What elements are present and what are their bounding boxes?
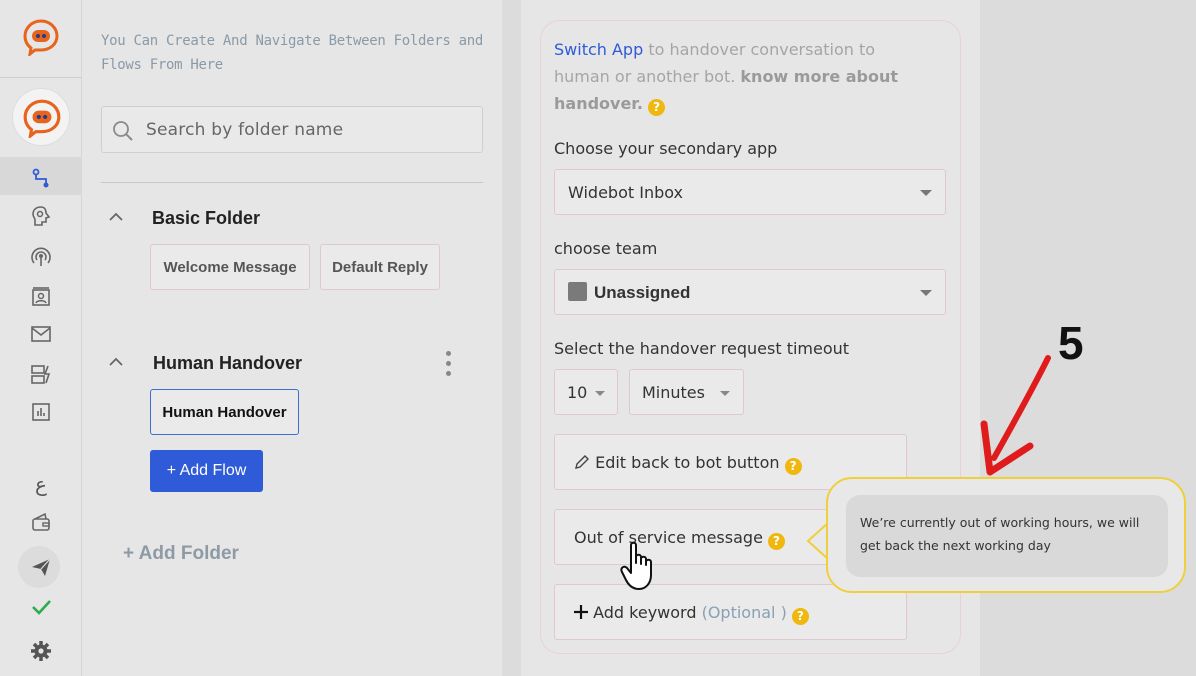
folders-panel: You Can Create And Navigate Between Fold… [82,0,502,676]
folders-divider [101,182,483,183]
caret-down-icon [720,391,730,396]
secondary-app-select[interactable]: Widebot Inbox [554,169,946,215]
integrations-icon[interactable] [29,362,53,386]
settings-icon[interactable] [29,639,53,663]
flows-icon[interactable] [29,166,53,190]
bot-avatar[interactable] [12,88,70,146]
folder-name-human-handover[interactable]: Human Handover [153,353,302,374]
folder-search-input[interactable]: Search by folder name [146,120,343,140]
rail-divider [0,77,82,78]
broadcast-icon[interactable] [29,245,53,269]
timeout-amount-value: 10 [567,383,588,402]
flow-chip-default-reply[interactable]: Default Reply [320,244,440,290]
step-number: 5 [1058,317,1084,369]
secondary-app-label: Choose your secondary app [554,139,778,158]
tooltip-bubble: We’re currently out of working hours, we… [846,495,1168,577]
language-glyph: ع [35,472,47,496]
edit-back-to-bot-text: Edit back to bot button ? [574,453,802,475]
help-icon[interactable]: ? [648,99,666,116]
bot-avatar-logo-icon [23,99,61,138]
plus-icon [574,605,588,619]
mail-icon[interactable] [29,322,53,346]
out-of-service-text: Out of service message ? [574,528,785,550]
handover-intro: Switch App to handover conversation to h… [554,36,924,117]
edit-back-to-bot-label: Edit back to bot button [595,453,780,472]
timeout-unit-select[interactable]: Minutes [629,369,744,415]
hand-cursor-icon [620,541,652,590]
secondary-app-value: Widebot Inbox [568,183,683,202]
caret-down-icon [920,190,932,196]
contacts-icon[interactable] [29,285,53,309]
pencil-icon [575,455,589,469]
caret-down-icon [595,391,605,396]
add-keyword-label: Add keyword [593,603,697,622]
team-label: choose team [554,239,658,258]
switch-app-link[interactable]: Switch App [554,40,643,59]
out-of-service-label: Out of service message [574,528,763,547]
help-icon[interactable]: ? [791,607,809,625]
chevron-up-icon[interactable] [109,357,123,367]
team-color-swatch [568,282,587,301]
folder-options-kebab-icon[interactable] [446,351,452,381]
language-icon[interactable]: ع [29,472,53,496]
icon-rail: ع [0,0,82,676]
team-select[interactable]: Unassigned [554,269,946,315]
help-icon[interactable]: ? [784,457,802,475]
flow-chip-human-handover[interactable]: Human Handover [150,389,299,435]
caret-down-icon [920,290,932,296]
add-keyword-optional: (Optional ) [701,603,787,622]
tooltip-message: We’re currently out of working hours, we… [860,515,1140,553]
panel-gap [502,0,521,676]
search-icon [113,121,133,141]
team-value: Unassigned [594,283,691,302]
timeout-unit-value: Minutes [642,383,705,402]
chevron-up-icon[interactable] [109,212,123,222]
add-flow-button[interactable]: + Add Flow [150,450,263,492]
folder-name-basic[interactable]: Basic Folder [152,208,260,229]
analytics-icon[interactable] [29,400,53,424]
ai-brain-icon[interactable] [29,204,53,228]
add-keyword-text: Add keyword (Optional ) ? [574,603,809,625]
check-icon[interactable] [29,595,53,619]
folders-hint: You Can Create And Navigate Between Fold… [101,33,484,73]
publish-icon[interactable] [29,555,53,579]
flow-chip-welcome-message[interactable]: Welcome Message [150,244,310,290]
add-folder-button[interactable]: + Add Folder [123,543,239,565]
timeout-label: Select the handover request timeout [554,339,850,358]
help-icon[interactable]: ? [768,532,785,550]
widebot-logo-icon[interactable] [22,18,60,56]
timeout-amount-select[interactable]: 10 [554,369,618,415]
team-value-wrap: Unassigned [568,282,690,303]
wallet-icon[interactable] [29,510,53,534]
folder-search-box[interactable]: Search by folder name [101,106,483,153]
red-arrow-icon [980,355,1051,476]
out-of-service-tooltip: We’re currently out of working hours, we… [826,477,1186,593]
